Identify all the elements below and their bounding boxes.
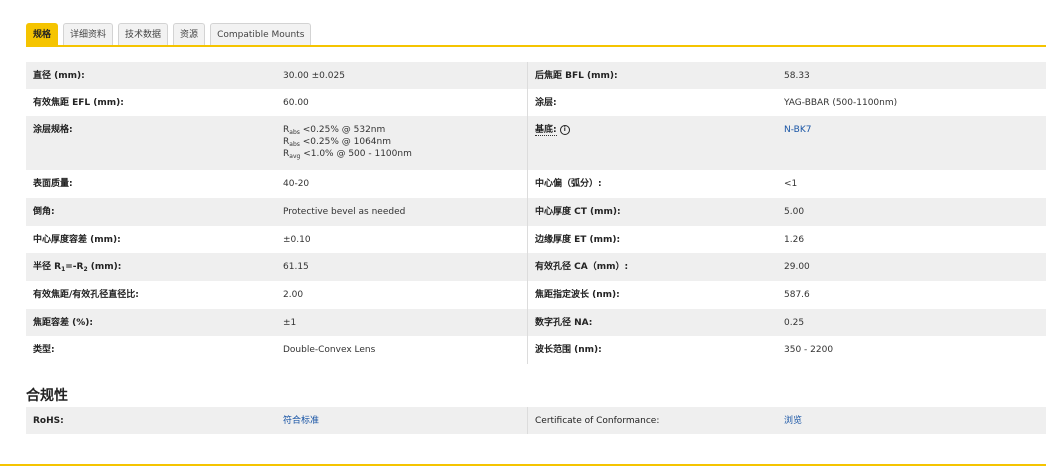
spec-value: 2.00 — [283, 290, 304, 300]
compliance-heading: 合规性 — [26, 388, 68, 404]
spec-label: 中心厚度 CT (mm): — [527, 198, 777, 226]
spec-value: 40-20 — [283, 179, 310, 189]
spec-value: Protective bevel as needed — [283, 207, 406, 217]
spec-label: 倒角: — [33, 207, 55, 217]
coc-value: 浏览 — [777, 407, 1046, 434]
table-row: 有效焦距/有效孔径直径比: 2.00 焦距指定波长 (nm): 587.6 — [26, 281, 1046, 309]
spec-label: 焦距指定波长 (nm): — [527, 281, 777, 309]
spec-value: 5.00 — [784, 207, 805, 217]
table-row: 直径 (mm): 30.00 ±0.025 后焦距 BFL (mm): 58.3… — [26, 62, 1046, 89]
spec-value: 587.6 — [784, 290, 810, 300]
spec-label: 边缘厚度 ET (mm): — [527, 226, 777, 253]
table-row: 中心厚度容差 (mm): ±0.10 边缘厚度 ET (mm): 1.26 — [26, 226, 1046, 253]
rohs-link[interactable]: 符合标准 — [283, 416, 319, 426]
spec-value: Double-Convex Lens — [283, 345, 376, 355]
spec-value: <1 — [784, 179, 798, 189]
spec-label: 有效焦距/有效孔径直径比: — [33, 290, 139, 300]
tab-bar: 规格 详细资料 技术数据 资源 Compatible Mounts — [26, 21, 312, 45]
table-row: 表面质量: 40-20 中心偏（弧分）: <1 — [26, 170, 1046, 198]
coating-spec-value: Rabs <0.25% @ 532nm Rabs <0.25% @ 1064nm… — [276, 116, 527, 170]
tab-specs[interactable]: 规格 — [26, 23, 59, 45]
spec-label: 后焦距 BFL (mm): — [527, 62, 777, 89]
tab-tech-data[interactable]: 技术数据 — [118, 23, 169, 45]
substrate-label: 基底: — [535, 125, 557, 136]
spec-label-substrate: 基底: i — [527, 116, 777, 170]
spec-label: 类型: — [33, 345, 55, 355]
coating-line: Ravg <1.0% @ 500 - 1100nm — [283, 149, 412, 160]
tab-compatible-mounts[interactable]: Compatible Mounts — [210, 23, 312, 45]
spec-label: 表面质量: — [33, 179, 73, 189]
coc-view-link[interactable]: 浏览 — [784, 416, 802, 426]
spec-label: 波长范围 (nm): — [527, 336, 777, 364]
table-row: RoHS: 符合标准 Certificate of Conformance: 浏… — [26, 407, 1046, 434]
compliance-table: RoHS: 符合标准 Certificate of Conformance: 浏… — [26, 407, 1046, 434]
spec-value: 30.00 ±0.025 — [283, 71, 345, 81]
tab-underline — [26, 45, 1046, 47]
tab-resources[interactable]: 资源 — [173, 23, 206, 45]
spec-value: N-BK7 — [777, 116, 1046, 170]
spec-value: ±0.10 — [283, 235, 311, 245]
table-row: 涂层规格: Rabs <0.25% @ 532nm Rabs <0.25% @ … — [26, 116, 1046, 170]
spec-label: 涂层规格: — [33, 125, 73, 135]
coc-label: Certificate of Conformance: — [527, 407, 777, 434]
spec-label: 焦距容差 (%): — [33, 318, 93, 328]
coating-line: Rabs <0.25% @ 1064nm — [283, 137, 391, 148]
spec-label: 有效焦距 EFL (mm): — [33, 98, 124, 108]
spec-value: 29.00 — [784, 262, 810, 272]
coating-line: Rabs <0.25% @ 532nm — [283, 125, 386, 136]
spec-value: YAG-BBAR (500-1100nm) — [784, 98, 898, 108]
table-row: 类型: Double-Convex Lens 波长范围 (nm): 350 - … — [26, 336, 1046, 364]
spec-label: 中心偏（弧分）: — [527, 170, 777, 198]
spec-value: 61.15 — [283, 262, 309, 272]
info-icon[interactable]: i — [559, 124, 570, 135]
spec-value: ±1 — [283, 318, 297, 328]
spec-value: 350 - 2200 — [784, 345, 834, 355]
spec-table: 直径 (mm): 30.00 ±0.025 后焦距 BFL (mm): 58.3… — [26, 62, 1046, 364]
spec-label: 有效孔径 CA（mm）: — [527, 253, 777, 281]
rohs-value: 符合标准 — [276, 407, 527, 434]
spec-value: 1.26 — [784, 235, 805, 245]
table-row: 倒角: Protective bevel as needed 中心厚度 CT (… — [26, 198, 1046, 226]
spec-label: 直径 (mm): — [33, 71, 85, 81]
spec-label: 数字孔径 NA: — [527, 309, 777, 336]
spec-label: 涂层: — [527, 89, 777, 116]
spec-value: 0.25 — [784, 318, 805, 328]
tab-details[interactable]: 详细资料 — [63, 23, 114, 45]
rohs-label: RoHS: — [33, 416, 64, 426]
spec-label: 中心厚度容差 (mm): — [33, 235, 121, 245]
spec-value: 58.33 — [784, 71, 810, 81]
table-row: 焦距容差 (%): ±1 数字孔径 NA: 0.25 — [26, 309, 1046, 336]
spec-value: 60.00 — [283, 98, 309, 108]
spec-label-radius: 半径 R1=-R2 (mm): — [33, 262, 122, 273]
table-row: 半径 R1=-R2 (mm): 61.15 有效孔径 CA（mm）: 29.00 — [26, 253, 1046, 281]
substrate-link[interactable]: N-BK7 — [784, 125, 811, 135]
table-row: 有效焦距 EFL (mm): 60.00 涂层: YAG-BBAR (500-1… — [26, 89, 1046, 116]
